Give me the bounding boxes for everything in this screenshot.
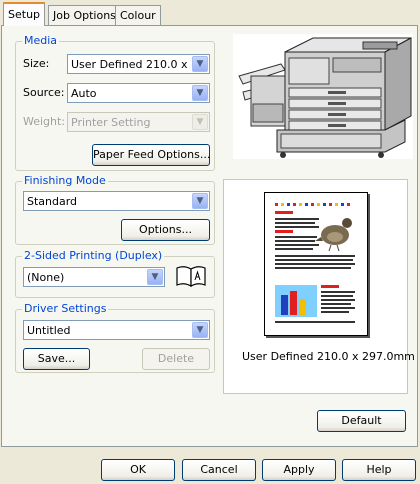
cancel-button[interactable]: Cancel [182,459,256,481]
driver-settings-group: Driver Settings Untitled ▼ Save... Delet… [15,302,215,373]
book-duplex-icon [176,266,206,288]
delete-settings-button[interactable]: Delete [142,348,210,370]
finishing-mode-select[interactable]: Standard ▼ [23,191,210,211]
tab-panel-setup: Media Size: User Defined 210.0 x 297.0mm… [1,25,418,447]
page-preview: User Defined 210.0 x 297.0mm [223,179,415,394]
chevron-down-icon[interactable]: ▼ [192,114,208,130]
size-select[interactable]: User Defined 210.0 x 297.0mm ▼ [67,54,210,74]
tab-job-options[interactable]: Job Options [48,5,121,25]
ok-button[interactable]: OK [101,459,175,481]
duplex-value: (None) [27,271,65,284]
page-preview-paper [264,192,368,336]
finishing-options-button[interactable]: Options... [121,219,210,241]
weight-select-value: Printer Setting [71,116,151,129]
chevron-down-icon[interactable]: ▼ [192,193,208,209]
source-label: Source: [23,86,65,99]
apply-button[interactable]: Apply [262,459,336,481]
source-select-value: Auto [71,87,97,100]
paper-feed-options-button[interactable]: Paper Feed Options... [92,144,210,166]
printer-illustration [233,34,413,159]
duplex-group: 2-Sided Printing (Duplex) (None) ▼ [15,249,215,298]
chevron-down-icon[interactable]: ▼ [192,56,208,72]
weight-select[interactable]: Printer Setting ▼ [67,112,210,132]
weight-label: Weight: [23,115,66,128]
tab-colour[interactable]: Colour [115,5,161,25]
finishing-mode-value: Standard [27,195,78,208]
save-settings-button[interactable]: Save... [23,348,90,370]
help-button[interactable]: Help [342,459,416,481]
driver-settings-value: Untitled [27,324,71,337]
chevron-down-icon[interactable]: ▼ [147,269,163,285]
media-group-title: Media [22,34,60,47]
page-preview-thumbnail [275,203,355,323]
tab-setup[interactable]: Setup [3,2,46,26]
size-label: Size: [23,57,50,70]
finishing-mode-title: Finishing Mode [22,174,108,187]
duplex-title: 2-Sided Printing (Duplex) [22,249,165,262]
media-group: Media Size: User Defined 210.0 x 297.0mm… [15,34,215,171]
driver-settings-title: Driver Settings [22,302,109,315]
chevron-down-icon[interactable]: ▼ [192,322,208,338]
finishing-mode-group: Finishing Mode Standard ▼ Options... [15,174,215,245]
driver-settings-select[interactable]: Untitled ▼ [23,320,210,340]
size-select-value: User Defined 210.0 x 297.0mm [71,58,189,71]
chevron-down-icon[interactable]: ▼ [192,85,208,101]
source-select[interactable]: Auto ▼ [67,83,210,103]
duplex-select[interactable]: (None) ▼ [23,267,165,287]
preview-caption: User Defined 210.0 x 297.0mm [242,350,415,363]
default-button[interactable]: Default [317,410,406,432]
